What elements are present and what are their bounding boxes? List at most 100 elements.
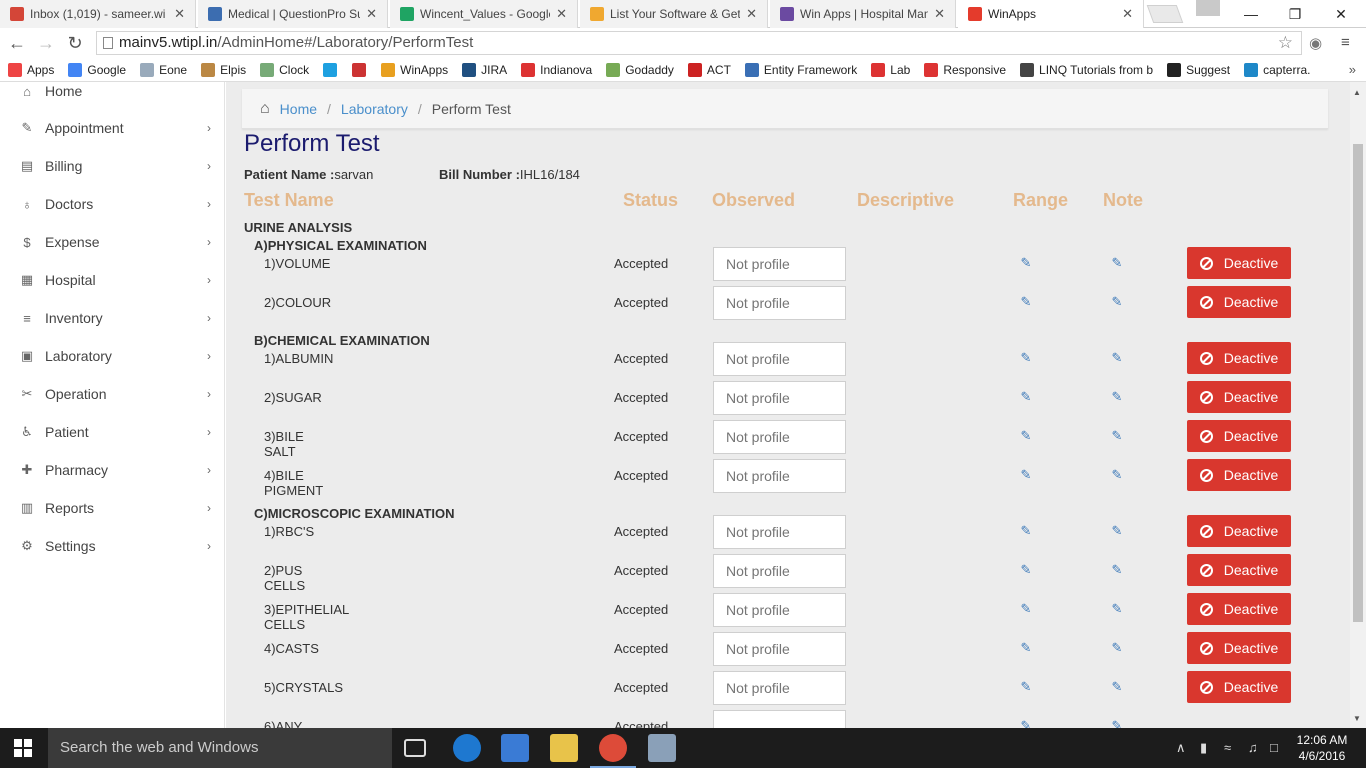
deactive-button[interactable]: Deactive	[1187, 420, 1291, 452]
app-icon[interactable]	[648, 734, 676, 762]
bookmark-item[interactable]: Suggest	[1167, 62, 1230, 77]
range-edit-icon[interactable]: ✎	[1019, 295, 1033, 309]
bookmark-item[interactable]: Clock	[260, 62, 309, 77]
observed-input[interactable]	[713, 593, 846, 627]
edge-icon[interactable]	[453, 734, 481, 762]
observed-input[interactable]	[713, 420, 846, 454]
note-edit-icon[interactable]: ✎	[1110, 256, 1124, 270]
bookmark-item[interactable]: JIRA	[462, 62, 507, 77]
bookmark-item[interactable]: ACT	[687, 62, 731, 77]
tab-close-icon[interactable]: ✕	[1122, 6, 1133, 22]
taskbar-clock[interactable]: 12:06 AM 4/6/2016	[1290, 732, 1354, 764]
range-edit-icon[interactable]: ✎	[1019, 390, 1033, 404]
browser-tab[interactable]: Win Apps | Hospital Man ✕	[770, 0, 956, 28]
deactive-button[interactable]: Deactive	[1187, 247, 1291, 279]
deactive-button[interactable]: Deactive	[1187, 632, 1291, 664]
range-edit-icon[interactable]: ✎	[1019, 563, 1033, 577]
deactive-button[interactable]: Deactive	[1187, 342, 1291, 374]
range-edit-icon[interactable]: ✎	[1019, 680, 1033, 694]
deactive-button[interactable]: Deactive	[1187, 671, 1291, 703]
observed-input[interactable]	[713, 342, 846, 376]
new-tab-button[interactable]	[1146, 5, 1184, 23]
deactive-button[interactable]: Deactive	[1187, 554, 1291, 586]
sidebar-item-home[interactable]: ⌂ Home	[5, 72, 225, 110]
bookmark-item[interactable]	[352, 62, 371, 77]
range-edit-icon[interactable]: ✎	[1019, 468, 1033, 482]
note-edit-icon[interactable]: ✎	[1110, 641, 1124, 655]
battery-icon[interactable]: ▮	[1200, 740, 1207, 756]
sidebar-item-expense[interactable]: $ Expense ›	[5, 223, 225, 261]
task-view-icon[interactable]	[404, 739, 426, 757]
note-edit-icon[interactable]: ✎	[1110, 468, 1124, 482]
deactive-button[interactable]: Deactive	[1187, 286, 1291, 318]
note-edit-icon[interactable]: ✎	[1110, 351, 1124, 365]
observed-input[interactable]	[713, 554, 846, 588]
browser-tab[interactable]: Medical | QuestionPro Su ✕	[198, 0, 388, 28]
bookmark-item[interactable]: Entity Framework	[744, 62, 857, 77]
observed-input[interactable]	[713, 381, 846, 415]
bookmark-item[interactable]: Godaddy	[606, 62, 674, 77]
browser-tab[interactable]: WinApps ✕	[958, 0, 1144, 28]
sidebar-item-appointment[interactable]: ✎ Appointment ›	[5, 109, 225, 147]
sidebar-item-inventory[interactable]: ≡ Inventory ›	[5, 299, 225, 337]
tab-close-icon[interactable]: ✕	[556, 6, 567, 22]
observed-input[interactable]	[713, 459, 846, 493]
scrollbar-thumb[interactable]	[1353, 144, 1363, 622]
bookmark-item[interactable]	[323, 62, 342, 77]
deactive-button[interactable]: Deactive	[1187, 381, 1291, 413]
bookmark-item[interactable]: WinApps	[381, 62, 448, 77]
camera-icon[interactable]: ◉	[1309, 34, 1322, 52]
sidebar-item-pharmacy[interactable]: ✚ Pharmacy ›	[5, 451, 225, 489]
back-icon[interactable]: ←	[5, 32, 29, 54]
note-edit-icon[interactable]: ✎	[1110, 563, 1124, 577]
bookmark-item[interactable]: Lab	[871, 62, 910, 77]
bookmarks-overflow-icon[interactable]: »	[1349, 62, 1356, 77]
tray-chevron-icon[interactable]: ∧	[1176, 740, 1186, 756]
sidebar-item-reports[interactable]: ▥ Reports ›	[5, 489, 225, 527]
forward-icon[interactable]: →	[34, 32, 58, 54]
taskbar-search-input[interactable]: Search the web and Windows	[48, 728, 392, 768]
observed-input[interactable]	[713, 632, 846, 666]
minimize-icon[interactable]: —	[1228, 0, 1274, 28]
chrome-icon[interactable]	[599, 734, 627, 762]
bookmark-item[interactable]: LINQ Tutorials from b	[1020, 62, 1153, 77]
bookmark-item[interactable]: Indianova	[521, 62, 592, 77]
range-edit-icon[interactable]: ✎	[1019, 641, 1033, 655]
reload-icon[interactable]: ↻	[63, 32, 87, 54]
store-icon[interactable]	[501, 734, 529, 762]
observed-input[interactable]	[713, 671, 846, 705]
note-edit-icon[interactable]: ✎	[1110, 602, 1124, 616]
profile-icon[interactable]	[1196, 0, 1220, 16]
tab-close-icon[interactable]: ✕	[366, 6, 377, 22]
sidebar-item-operation[interactable]: ✂ Operation ›	[5, 375, 225, 413]
deactive-button[interactable]: Deactive	[1187, 593, 1291, 625]
note-edit-icon[interactable]: ✎	[1110, 429, 1124, 443]
note-edit-icon[interactable]: ✎	[1110, 295, 1124, 309]
sidebar-item-laboratory[interactable]: ▣ Laboratory ›	[5, 337, 225, 375]
bookmark-item[interactable]: Responsive	[924, 62, 1006, 77]
range-edit-icon[interactable]: ✎	[1019, 351, 1033, 365]
range-edit-icon[interactable]: ✎	[1019, 524, 1033, 538]
tab-close-icon[interactable]: ✕	[174, 6, 185, 22]
address-bar[interactable]: mainv5.wtipl.in/AdminHome#/Laboratory/Pe…	[96, 31, 1302, 55]
range-edit-icon[interactable]: ✎	[1019, 719, 1033, 729]
observed-input[interactable]	[713, 247, 846, 281]
notifications-icon[interactable]: □	[1270, 740, 1278, 755]
browser-tab[interactable]: List Your Software & Get ✕	[580, 0, 768, 28]
range-edit-icon[interactable]: ✎	[1019, 429, 1033, 443]
browser-tab[interactable]: Inbox (1,019) - sameer.wi ✕	[0, 0, 196, 28]
sidebar-item-settings[interactable]: ⚙ Settings ›	[5, 527, 225, 565]
range-edit-icon[interactable]: ✎	[1019, 256, 1033, 270]
scroll-down-icon[interactable]: ▼	[1353, 714, 1361, 723]
tab-close-icon[interactable]: ✕	[934, 6, 945, 22]
file-explorer-icon[interactable]	[550, 734, 578, 762]
browser-tab[interactable]: Wincent_Values - Google ✕	[390, 0, 578, 28]
menu-icon[interactable]: ≡	[1341, 34, 1350, 51]
close-window-icon[interactable]: ✕	[1318, 0, 1364, 28]
bookmark-star-icon[interactable]: ☆	[1278, 32, 1293, 54]
deactive-button[interactable]: Deactive	[1187, 459, 1291, 491]
observed-input[interactable]	[713, 515, 846, 549]
volume-icon[interactable]: ♫	[1248, 740, 1258, 755]
wifi-icon[interactable]: ≈	[1224, 740, 1231, 755]
observed-input[interactable]	[713, 710, 846, 728]
